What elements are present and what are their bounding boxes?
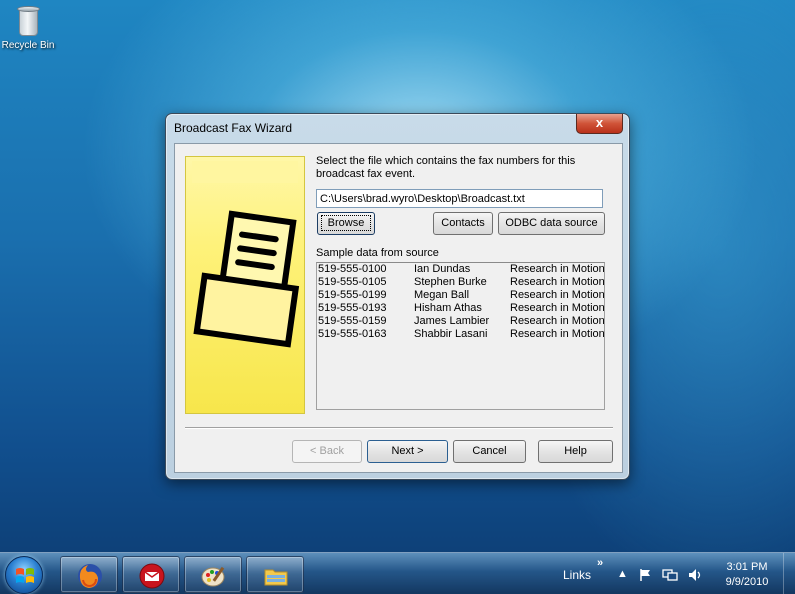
network-icon[interactable] bbox=[662, 568, 678, 585]
windows-logo-icon bbox=[16, 568, 34, 583]
file-explorer-icon bbox=[264, 569, 288, 586]
action-center-flag-icon[interactable] bbox=[638, 568, 652, 585]
list-item: 519-555-0193 Hisham Athas Research in Mo… bbox=[317, 302, 604, 315]
name-cell: James Lambier bbox=[414, 315, 490, 327]
fax-app-icon bbox=[139, 563, 165, 589]
taskbar-firefox-button[interactable] bbox=[60, 556, 118, 593]
back-button[interactable]: < Back bbox=[292, 440, 362, 463]
desktop-icon-recycle-bin[interactable]: Recycle Bin bbox=[0, 0, 56, 51]
phone-cell: 519-555-0193 bbox=[318, 302, 387, 314]
company-cell: Research in Motion, bbox=[510, 263, 605, 275]
phone-cell: 519-555-0163 bbox=[318, 328, 387, 340]
close-button[interactable]: x bbox=[576, 114, 623, 134]
button-separator bbox=[185, 427, 613, 429]
contacts-button[interactable]: Contacts bbox=[433, 212, 493, 235]
instruction-text: Select the file which contains the fax n… bbox=[316, 155, 576, 180]
name-cell: Shabbir Lasani bbox=[414, 328, 488, 340]
browse-button[interactable]: Browse bbox=[317, 212, 375, 235]
list-item: 519-555-0163 Shabbir Lasani Research in … bbox=[317, 328, 604, 341]
show-hidden-icon[interactable]: ▲ bbox=[617, 568, 628, 580]
recycle-bin-icon bbox=[13, 2, 43, 38]
name-cell: Ian Dundas bbox=[414, 263, 471, 275]
paint-icon bbox=[201, 566, 225, 587]
fax-document-icon bbox=[185, 156, 305, 414]
wizard-client-area: Select the file which contains the fax n… bbox=[174, 143, 623, 473]
list-item: 519-555-0159 James Lambier Research in M… bbox=[317, 315, 604, 328]
taskbar-file-explorer-button[interactable] bbox=[246, 556, 304, 593]
list-item: 519-555-0100 Ian Dundas Research in Moti… bbox=[317, 263, 604, 276]
sample-data-label: Sample data from source bbox=[316, 247, 439, 259]
phone-cell: 519-555-0100 bbox=[318, 263, 387, 275]
sample-data-list[interactable]: 519-555-0100 Ian Dundas Research in Moti… bbox=[316, 262, 605, 410]
clock-date: 9/9/2010 bbox=[725, 576, 769, 588]
firefox-icon bbox=[78, 564, 102, 588]
company-cell: Research in Motion, bbox=[510, 315, 605, 327]
browse-button-label: Browse bbox=[320, 215, 372, 231]
help-button[interactable]: Help bbox=[538, 440, 613, 463]
start-button[interactable] bbox=[5, 556, 43, 594]
company-cell: Research in Motion, bbox=[510, 302, 605, 314]
clock-time: 3:01 PM bbox=[726, 561, 768, 573]
company-cell: Research in Motion, bbox=[510, 328, 605, 340]
cancel-button[interactable]: Cancel bbox=[453, 440, 526, 463]
window-title: Broadcast Fax Wizard bbox=[174, 121, 293, 135]
company-cell: Research in Motion, bbox=[510, 289, 605, 301]
name-cell: Stephen Burke bbox=[414, 276, 487, 288]
system-clock[interactable]: 3:01 PM 9/9/2010 bbox=[717, 560, 777, 590]
broadcast-fax-wizard-window: Broadcast Fax Wizard x Select the file w… bbox=[165, 113, 630, 480]
list-item: 519-555-0199 Megan Ball Research in Moti… bbox=[317, 289, 604, 302]
taskbar: Links » ▲ 3:01 PM 9/9/2010 bbox=[0, 552, 795, 594]
taskbar-fax-app-button[interactable] bbox=[122, 556, 180, 593]
desktop-icon-label: Recycle Bin bbox=[1, 40, 55, 51]
odbc-data-source-button[interactable]: ODBC data source bbox=[498, 212, 605, 235]
volume-icon[interactable] bbox=[688, 568, 704, 585]
phone-cell: 519-555-0159 bbox=[318, 315, 387, 327]
show-desktop-button[interactable] bbox=[783, 553, 795, 594]
next-button[interactable]: Next > bbox=[367, 440, 448, 463]
close-icon: x bbox=[595, 115, 604, 130]
name-cell: Hisham Athas bbox=[414, 302, 482, 314]
phone-cell: 519-555-0105 bbox=[318, 276, 387, 288]
file-path-input[interactable] bbox=[316, 189, 603, 208]
list-item: 519-555-0105 Stephen Burke Research in M… bbox=[317, 276, 604, 289]
links-chevron-icon[interactable]: » bbox=[597, 557, 603, 569]
company-cell: Research in Motion, bbox=[510, 276, 605, 288]
links-toolbar[interactable]: Links bbox=[563, 568, 591, 582]
taskbar-paint-button[interactable] bbox=[184, 556, 242, 593]
phone-cell: 519-555-0199 bbox=[318, 289, 387, 301]
name-cell: Megan Ball bbox=[414, 289, 470, 301]
